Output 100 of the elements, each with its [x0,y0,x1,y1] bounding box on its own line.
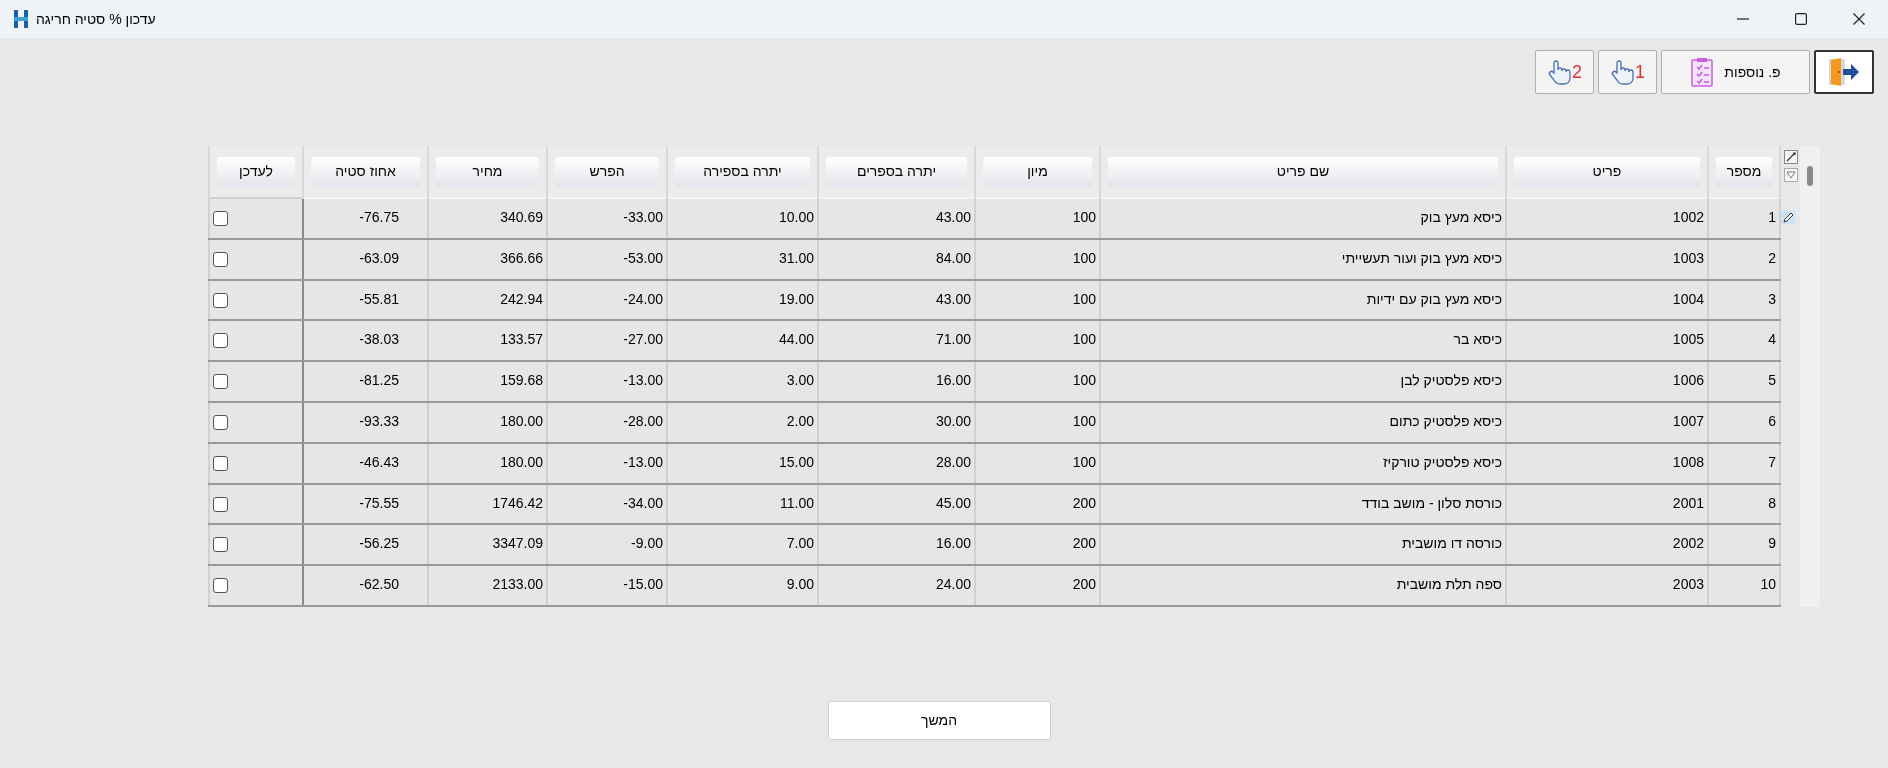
table-cell: 1007 [1506,402,1708,443]
table-cell: כיסא מעץ בוק ועור תעשייתי [1100,238,1506,280]
table-cell: 7.00 [667,524,818,566]
table-cell: 200 [975,565,1100,606]
table-cell: 44.00 [667,320,818,362]
table-cell: 31.00 [667,238,818,280]
checkbox[interactable] [213,415,228,430]
table-cell: 366.66 [428,238,547,280]
table-cell: 1003 [1506,238,1708,280]
table-cell: 1 [1708,198,1780,239]
table-cell: -13.00 [547,361,667,402]
edit-icon[interactable] [1783,150,1798,164]
checkbox[interactable] [213,455,228,471]
table-cell: 43.00 [818,198,975,239]
table-cell: 84.00 [818,238,975,280]
table-cell: -55.81 [303,279,428,321]
checkbox[interactable] [213,496,228,512]
table-cell: 28.00 [818,442,975,484]
column-header[interactable]: הפרש [555,156,659,187]
table-cell: 71.00 [818,320,975,362]
table-cell: ספה תלת מושבית [1100,565,1506,606]
table-cell: 16.00 [818,524,975,566]
checkbox[interactable] [213,537,228,553]
table-cell: 2003 [1506,565,1708,606]
column-header[interactable]: לעדכן [217,156,295,187]
table-cell: -38.03 [303,320,428,362]
hand-pointer-icon [1547,59,1571,85]
table-cell: -53.00 [547,238,667,280]
table-cell: 3347.09 [428,524,547,566]
minimize-icon [1737,18,1749,20]
table-cell: 159.68 [428,361,547,402]
table-cell: 2133.00 [428,565,547,606]
column-header[interactable]: יתרה בספרים [826,156,967,187]
checkbox[interactable] [213,292,228,308]
table-cell: -13.00 [547,442,667,484]
table-cell: 2001 [1506,483,1708,525]
table-cell: -15.00 [547,565,667,606]
checkbox[interactable] [213,333,228,349]
table-cell: 100 [975,402,1100,443]
checkbox[interactable] [213,251,228,267]
table-cell: 200 [975,483,1100,525]
table-cell: 6 [1708,402,1780,443]
table-cell: 24.00 [818,565,975,606]
table-cell: 1005 [1506,320,1708,362]
app-logo-icon [14,10,28,28]
column-header[interactable]: יתרה בספירה [675,156,810,187]
more-options-button[interactable]: פ. נוספות [1661,50,1810,94]
table-cell: 100 [975,361,1100,402]
table-cell: 100 [975,198,1100,239]
column-header[interactable]: אחוז סטיה [311,156,420,187]
table-cell: -33.00 [547,198,667,239]
table-cell: 100 [975,442,1100,484]
table-cell: 3 [1708,279,1780,321]
column-header[interactable]: שם פריט [1108,156,1498,187]
close-icon [1853,13,1865,25]
table-cell: 340.69 [428,198,547,239]
column-header[interactable]: פריט [1514,156,1700,187]
table-cell: -62.50 [303,565,428,606]
pointer-button[interactable]: 2 [1535,50,1594,94]
table-cell: כיסא פלסטיק לבן [1100,361,1506,402]
table-cell: -93.33 [303,402,428,443]
checkbox[interactable] [213,211,228,226]
column-header[interactable]: מספר [1716,156,1772,187]
table-cell: כורסת סלון - מושב בודד [1100,483,1506,525]
table-cell: 30.00 [818,402,975,443]
table-cell: 9.00 [667,565,818,606]
checkbox[interactable] [213,578,228,594]
table-cell: כיסא פלסטיק כתום [1100,402,1506,443]
table-cell: -28.00 [547,402,667,443]
table-cell: -76.75 [303,198,428,239]
table-cell: -27.00 [547,320,667,362]
checkbox[interactable] [213,374,228,390]
table-cell: 7 [1708,442,1780,484]
table-cell: 1002 [1506,198,1708,239]
table-cell: 45.00 [818,483,975,525]
table-cell: 9 [1708,524,1780,566]
continue-button[interactable]: המשך [827,701,1051,740]
table-cell: 242.94 [428,279,547,321]
table-cell: כיסא מעץ בוק עם ידיות [1100,279,1506,321]
table-cell: -46.43 [303,442,428,484]
table-cell: -9.00 [547,524,667,566]
table-cell: -34.00 [547,483,667,525]
table-cell: 133.57 [428,320,547,362]
table-cell: כיסא מעץ בוק [1100,198,1506,239]
table-cell: -24.00 [547,279,667,321]
table-cell: כורסה דו מושבית [1100,524,1506,566]
table-cell: 3.00 [667,361,818,402]
maximize-icon [1795,13,1807,25]
exit-button[interactable] [1814,50,1874,94]
column-header[interactable]: מיון [983,156,1092,187]
column-header[interactable]: מחיר [436,156,539,187]
table-cell: 10.00 [667,198,818,239]
table-cell: 19.00 [667,279,818,321]
table-cell: 200 [975,524,1100,566]
table-cell: 16.00 [818,361,975,402]
hand-pointer-icon [1610,59,1634,85]
table-cell: -75.55 [303,483,428,525]
pointer-button[interactable]: 1 [1598,50,1657,94]
table-cell: 10 [1708,565,1780,606]
table-cell: 8 [1708,483,1780,525]
